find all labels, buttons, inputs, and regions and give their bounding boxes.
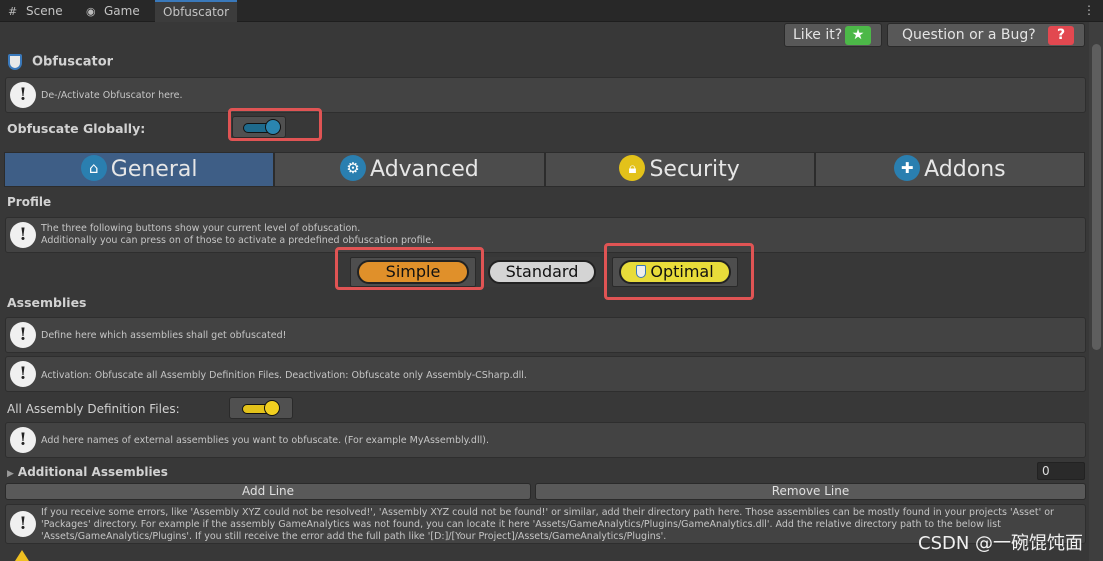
help-box-assemblies: ! Define here which assemblies shall get…	[5, 317, 1086, 353]
foldout-arrow-icon: ▶	[7, 469, 14, 479]
help-box-external: ! Add here names of external assemblies …	[5, 422, 1086, 458]
question-bug-button[interactable]: Question or a Bug? ?	[887, 23, 1085, 47]
tab-addons[interactable]: ✚ Addons	[814, 152, 1085, 187]
info-icon: !	[10, 511, 36, 537]
highlight-box	[335, 247, 484, 290]
section-tabs: ⌂ General ⚙ Advanced 🔒︎ Security ✚ Addons	[4, 152, 1085, 187]
tab-general[interactable]: ⌂ General	[4, 152, 275, 187]
puzzle-icon: ✚	[894, 155, 921, 181]
lock-icon: 🔒︎	[619, 155, 646, 181]
all-assembly-files-label: All Assembly Definition Files:	[7, 402, 180, 416]
tab-obfuscator[interactable]: Obfuscator	[155, 0, 237, 22]
gamepad-icon: ◉	[86, 5, 96, 18]
tab-advanced[interactable]: ⚙ Advanced	[274, 152, 545, 187]
highlight-box	[228, 108, 322, 141]
editor-tab-bar: # Scene ◉ Game Obfuscator ⋮	[0, 0, 1103, 22]
header: Obfuscator	[8, 54, 113, 70]
scrollbar-thumb[interactable]	[1092, 44, 1101, 350]
tab-menu-icon[interactable]: ⋮	[1083, 3, 1095, 17]
info-icon: !	[10, 361, 36, 387]
home-icon: ⌂	[80, 155, 107, 181]
info-icon: !	[10, 427, 36, 453]
tab-scene[interactable]: # Scene	[0, 0, 76, 22]
all-assembly-files-toggle[interactable]	[229, 397, 293, 419]
tab-security[interactable]: 🔒︎ Security	[544, 152, 815, 187]
shield-icon	[8, 54, 22, 70]
info-icon: !	[10, 82, 36, 108]
grid-icon: #	[8, 5, 18, 18]
question-icon: ?	[1048, 26, 1074, 45]
profile-heading: Profile	[7, 195, 52, 209]
info-icon: !	[10, 222, 36, 248]
add-line-button[interactable]: Add Line	[5, 483, 531, 500]
profile-standard-button[interactable]: Standard	[482, 257, 602, 287]
page-title: Obfuscator	[32, 54, 114, 70]
help-box-activate: ! De-/Activate Obfuscator here.	[5, 77, 1086, 113]
help-box-profile: ! The three following buttons show your …	[5, 217, 1086, 253]
highlight-box	[604, 243, 754, 300]
assemblies-heading: Assemblies	[7, 295, 87, 310]
tab-game[interactable]: ◉ Game	[78, 0, 154, 22]
watermark: CSDN @一碗馄饨面	[918, 533, 1084, 554]
star-icon: ★	[845, 26, 871, 45]
vertical-scrollbar[interactable]	[1089, 22, 1103, 561]
standard-label: Standard	[488, 260, 596, 284]
help-box-activation: ! Activation: Obfuscate all Assembly Def…	[5, 356, 1086, 392]
additional-assemblies-count-field[interactable]: 0	[1037, 462, 1085, 480]
like-it-button[interactable]: Like it? ★	[784, 23, 882, 47]
remove-line-button[interactable]: Remove Line	[535, 483, 1086, 500]
gears-icon: ⚙	[340, 155, 367, 181]
toggle-knob	[264, 400, 280, 416]
info-icon: !	[10, 322, 36, 348]
obfuscate-globally-label: Obfuscate Globally:	[7, 121, 146, 136]
additional-assemblies-foldout[interactable]: ▶ Additional Assemblies	[7, 465, 168, 479]
warning-icon	[15, 550, 29, 561]
